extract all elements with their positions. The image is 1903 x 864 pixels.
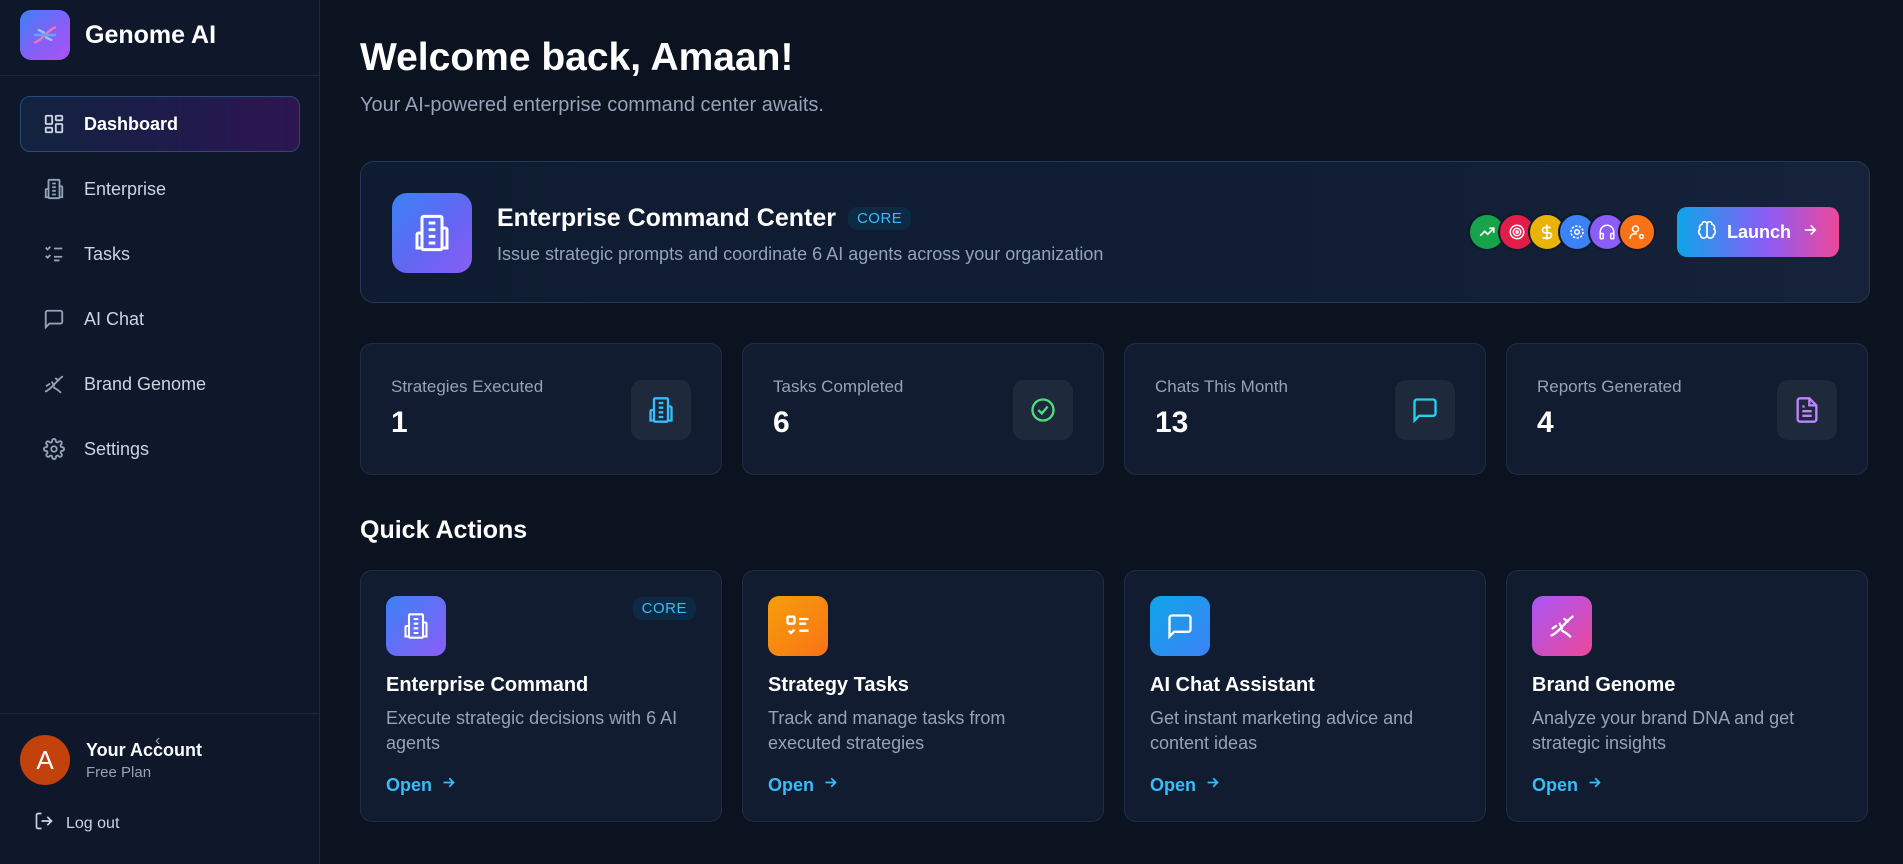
card-description: Get instant marketing advice and content… [1150,708,1414,753]
building-icon [41,176,67,202]
account-menu[interactable]: A Your Account Free Plan [20,735,202,785]
card-description: Execute strategic decisions with 6 AI ag… [386,708,678,753]
message-square-icon [1395,380,1455,440]
building-icon [631,380,691,440]
list-checks-icon [41,241,67,267]
quick-actions-grid: CORE Enterprise Command Execute strategi… [360,570,1870,822]
open-link[interactable]: Open [1150,774,1221,796]
layout-dashboard-icon [41,111,67,137]
dna-icon [1532,596,1592,656]
page-title: Welcome back, Amaan! [360,36,794,79]
hero-title: Enterprise Command Center [497,204,836,232]
stat-value: 13 [1155,406,1189,439]
dna-icon [41,371,67,397]
sidebar-nav: Dashboard Enterprise Tasks AI Chat Brand… [20,96,300,486]
launch-button[interactable]: Launch [1677,207,1839,257]
quick-action-ai-chat-assistant[interactable]: AI Chat Assistant Get instant marketing … [1124,570,1486,822]
page-subtitle: Your AI-powered enterprise command cente… [360,94,824,116]
main-content: Welcome back, Amaan! Your AI-powered ent… [360,0,1870,864]
sidebar-item-dashboard[interactable]: Dashboard [20,96,300,152]
divider [0,75,319,76]
card-description: Track and manage tasks from executed str… [768,708,1006,753]
avatar: A [20,735,70,785]
sidebar-item-settings[interactable]: Settings [20,421,300,477]
gear-icon [41,436,67,462]
sidebar-item-label: AI Chat [84,308,145,329]
chevron-left-icon[interactable]: ‹ [155,732,160,750]
stat-card-tasks: Tasks Completed 6 [742,343,1104,475]
open-label: Open [1532,774,1579,795]
list-checks-icon [768,596,828,656]
sidebar-item-enterprise[interactable]: Enterprise [20,161,300,217]
message-square-icon [1150,596,1210,656]
account-plan: Free Plan [86,763,152,781]
stat-value: 4 [1537,406,1554,439]
sidebar-item-label: Tasks [84,243,131,264]
launch-label: Launch [1726,221,1791,242]
building-icon [386,596,446,656]
arrow-right-icon [1801,221,1819,244]
card-title: Brand Genome [1532,674,1676,696]
user-cog-icon [1618,213,1656,251]
open-link[interactable]: Open [1532,774,1603,796]
stat-label: Strategies Executed [391,377,544,396]
stat-label: Reports Generated [1537,377,1682,396]
stat-value: 6 [773,406,790,439]
stat-card-reports: Reports Generated 4 [1506,343,1868,475]
card-description: Analyze your brand DNA and get strategic… [1532,708,1795,753]
core-badge: CORE [847,207,912,230]
hero-description: Issue strategic prompts and coordinate 6… [497,244,1104,264]
quick-actions-heading: Quick Actions [360,516,528,544]
message-square-icon [41,306,67,332]
sidebar-item-tasks[interactable]: Tasks [20,226,300,282]
arrow-right-icon [1586,774,1603,796]
open-link[interactable]: Open [386,774,457,796]
sidebar-item-label: Brand Genome [84,373,207,394]
stat-label: Chats This Month [1155,377,1288,396]
card-title: AI Chat Assistant [1150,674,1315,696]
open-label: Open [386,774,433,795]
logout-icon [34,811,54,836]
genome-logo-icon [20,10,70,60]
stat-label: Tasks Completed [773,377,904,396]
stat-card-strategies: Strategies Executed 1 [360,343,722,475]
building-icon [392,193,472,273]
quick-action-brand-genome[interactable]: Brand Genome Analyze your brand DNA and … [1506,570,1868,822]
sidebar-item-label: Dashboard [84,113,179,134]
account-name: Your Account [86,739,202,760]
file-text-icon [1777,380,1837,440]
open-label: Open [768,774,815,795]
quick-action-strategy-tasks[interactable]: Strategy Tasks Track and manage tasks fr… [742,570,1104,822]
stat-value: 1 [391,406,408,439]
hero-title-row: Enterprise Command Center CORE [497,204,912,233]
brain-icon [1697,220,1717,245]
brand[interactable]: Genome AI [20,10,216,60]
quick-action-enterprise-command[interactable]: CORE Enterprise Command Execute strategi… [360,570,722,822]
arrow-right-icon [1204,774,1221,796]
open-link[interactable]: Open [768,774,839,796]
sidebar-item-ai-chat[interactable]: AI Chat [20,291,300,347]
sidebar-item-label: Settings [84,438,150,459]
open-label: Open [1150,774,1197,795]
app-name: Genome AI [85,20,217,49]
agent-avatars [1468,213,1656,251]
stat-card-chats: Chats This Month 13 [1124,343,1486,475]
sidebar-item-label: Enterprise [84,178,167,199]
sidebar: Genome AI Dashboard Enterprise Tasks AI [0,0,320,864]
arrow-right-icon [440,774,457,796]
logout-label: Log out [66,814,120,832]
check-circle-icon [1013,380,1073,440]
enterprise-command-center-card[interactable]: Enterprise Command Center CORE Issue str… [360,161,1870,303]
divider [0,713,319,714]
sidebar-item-brand-genome[interactable]: Brand Genome [20,356,300,412]
logout-button[interactable]: Log out [34,811,119,836]
card-title: Enterprise Command [386,674,589,696]
card-title: Strategy Tasks [768,674,909,696]
stats-row: Strategies Executed 1 Tasks Completed 6 … [360,343,1870,475]
core-badge: CORE [632,597,696,620]
arrow-right-icon [822,774,839,796]
